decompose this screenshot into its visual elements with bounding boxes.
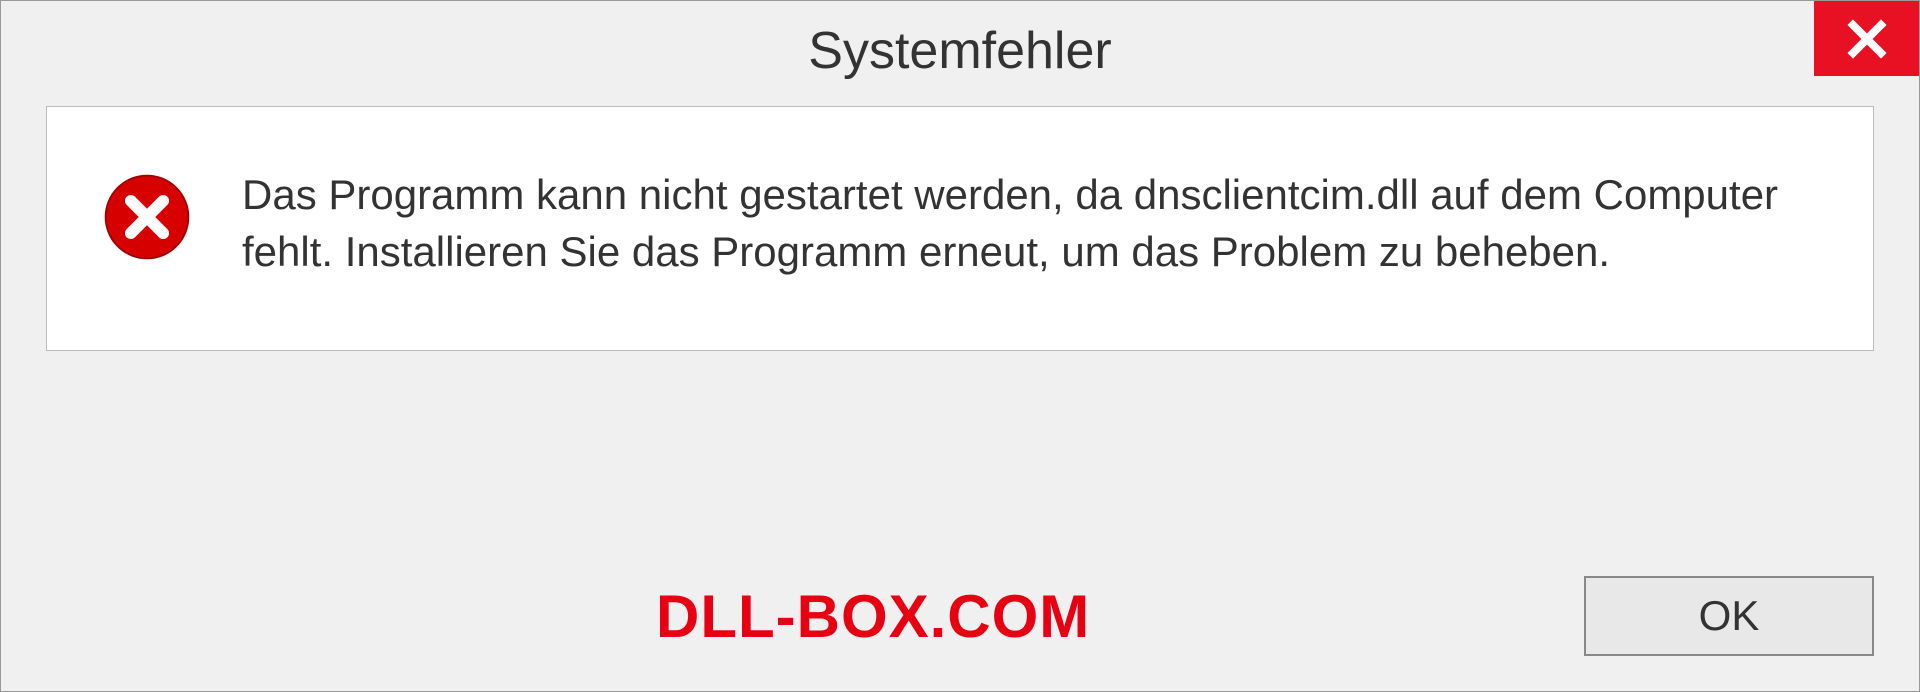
error-message: Das Programm kann nicht gestartet werden… [242, 167, 1818, 280]
dialog-title: Systemfehler [808, 21, 1111, 81]
dialog-footer: DLL-BOX.COM OK [1, 541, 1919, 691]
ok-button[interactable]: OK [1584, 576, 1874, 656]
close-button[interactable] [1814, 1, 1919, 76]
error-icon [102, 172, 192, 262]
watermark-text: DLL-BOX.COM [656, 582, 1090, 651]
content-box: Das Programm kann nicht gestartet werden… [46, 106, 1874, 351]
error-dialog: Systemfehler Das Programm kann nicht ges… [0, 0, 1920, 692]
close-icon [1846, 18, 1888, 60]
titlebar: Systemfehler [1, 1, 1919, 106]
